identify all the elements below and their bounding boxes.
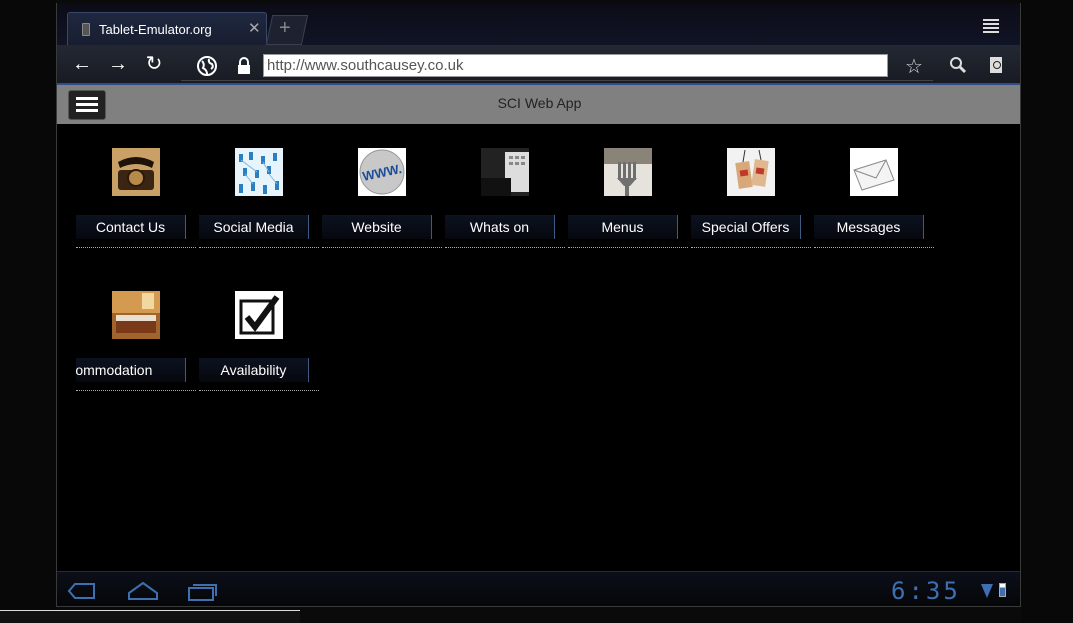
tile-label: Menus <box>568 215 678 239</box>
hotel-room-image <box>112 291 160 339</box>
fork-image <box>604 148 652 196</box>
tile-special-offers[interactable]: Special Offers <box>691 148 811 268</box>
toolbar-divider <box>181 80 933 81</box>
tile-whats-on[interactable]: Whats on <box>445 148 565 268</box>
tile-accommodation[interactable]: Accommodation <box>76 291 196 411</box>
tile-label: Availability <box>199 358 309 382</box>
status-clock: 6:35 <box>891 577 961 605</box>
tile-contact-us[interactable]: Contact Us <box>76 148 196 268</box>
www-globe-image: WWW. <box>358 148 406 196</box>
tab-title: Tablet-Emulator.org <box>99 22 212 37</box>
calendar-image <box>481 148 529 196</box>
close-icon[interactable]: ✕ <box>248 19 261 37</box>
tile-label: Whats on <box>445 215 555 239</box>
tile-label: Accommodation <box>76 358 186 382</box>
app-title: SCI Web App <box>497 95 582 111</box>
tablet-screen: Tablet-Emulator.org ✕ + ← → ↻ ☆ <box>56 3 1021 607</box>
reload-icon[interactable]: ↻ <box>141 54 167 74</box>
overflow-menu-icon[interactable] <box>983 19 999 33</box>
url-input[interactable] <box>263 54 888 77</box>
host-window-edge <box>0 610 300 623</box>
tile-label: Special Offers <box>691 215 801 239</box>
tile-label: Messages <box>814 215 924 239</box>
browser-tab[interactable]: Tablet-Emulator.org ✕ <box>67 12 267 45</box>
system-navigation-bar: 6:35 <box>57 571 1020 606</box>
rotary-phone-image <box>112 148 160 196</box>
forward-icon[interactable]: → <box>105 54 131 74</box>
bookmarks-icon[interactable] <box>990 57 1002 73</box>
tile-label: Website <box>322 215 432 239</box>
tile-divider <box>814 247 934 248</box>
phone-icon <box>82 23 90 36</box>
social-network-image <box>235 148 283 196</box>
envelope-image <box>850 148 898 196</box>
tile-divider <box>568 247 688 248</box>
tile-divider <box>691 247 811 248</box>
bookmark-star-icon[interactable]: ☆ <box>905 54 923 79</box>
device-bezel-left <box>0 0 56 623</box>
price-tags-image <box>727 148 775 196</box>
back-icon[interactable]: ← <box>69 54 95 74</box>
tile-divider <box>199 247 319 248</box>
tile-divider <box>445 247 565 248</box>
emulator-frame: Tablet-Emulator.org ✕ + ← → ↻ ☆ <box>0 0 1073 623</box>
browser-tab-bar: Tablet-Emulator.org ✕ + <box>57 3 1020 45</box>
tile-social-media[interactable]: Social Media <box>199 148 319 268</box>
device-bezel-right <box>1021 0 1073 623</box>
wifi-signal-icon <box>981 584 993 598</box>
back-nav-icon[interactable] <box>67 581 97 601</box>
tile-divider <box>76 390 196 391</box>
battery-icon <box>999 583 1006 597</box>
tile-website[interactable]: WWW. Website <box>322 148 442 268</box>
checkmark-image <box>235 291 283 339</box>
tile-divider <box>322 247 442 248</box>
tile-divider <box>199 390 319 391</box>
lock-icon <box>238 57 250 74</box>
recent-apps-icon[interactable] <box>187 581 219 601</box>
search-icon[interactable] <box>949 56 967 74</box>
globe-icon <box>197 56 217 76</box>
plus-icon: + <box>279 17 291 39</box>
tile-divider <box>76 247 196 248</box>
tile-label: Contact Us <box>76 215 186 239</box>
tile-availability[interactable]: Availability <box>199 291 319 411</box>
home-nav-icon[interactable] <box>127 581 159 601</box>
tile-menus[interactable]: Menus <box>568 148 688 268</box>
app-header: SCI Web App <box>57 85 1020 124</box>
tile-messages[interactable]: Messages <box>814 148 934 268</box>
tile-label: Social Media <box>199 215 309 239</box>
browser-toolbar: ← → ↻ ☆ <box>57 45 1020 85</box>
